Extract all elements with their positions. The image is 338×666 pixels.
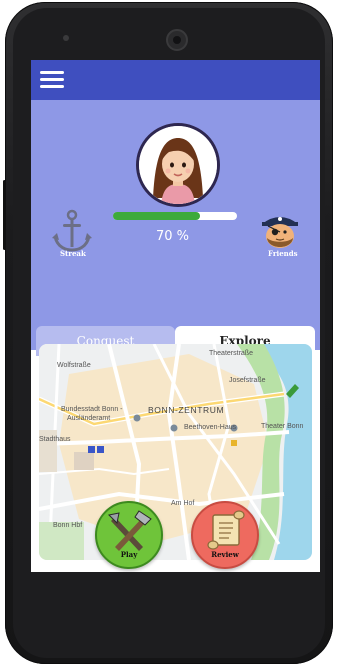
avatar[interactable] [136, 123, 220, 207]
map-label-bundesstadt: Bundesstadt Bonn - [61, 406, 123, 413]
map-label-am-hof: Am Hof [171, 500, 195, 507]
speaker-dot [63, 35, 69, 41]
side-button [3, 180, 6, 250]
avatar-girl-icon [139, 126, 217, 204]
menu-icon[interactable] [40, 71, 64, 89]
map-label-josefstrasse: Josefstraße [229, 377, 266, 384]
map-label-auslaenderamt: Ausländeramt [67, 415, 111, 422]
map-label-beethoven-haus: Beethoven-Haus [184, 424, 237, 431]
app-bar [31, 60, 320, 100]
friends-badge[interactable] [258, 210, 302, 250]
map-label-bonn-zentrum: BONN-ZENTRUM [148, 405, 225, 415]
map-label-theater-bonn: Theater Bonn [261, 423, 304, 430]
streak-badge[interactable] [49, 208, 99, 268]
map-label-bonn-hbf: Bonn Hbf [53, 522, 83, 529]
explore-map[interactable]: Wolfstraße Theaterstraße Josefstraße Bun… [39, 344, 312, 560]
review-button[interactable]: Review [191, 501, 259, 569]
friends-label: Friends [268, 249, 298, 258]
play-button[interactable]: Play [95, 501, 163, 569]
review-label: Review [211, 550, 239, 559]
profile-header: 70 % Streak Friends Conquest Explore [31, 100, 320, 356]
streak-label: Streak [60, 249, 86, 258]
pirate-icon [262, 217, 298, 248]
front-camera [166, 29, 188, 51]
map-label-stadthaus: Stadthaus [39, 436, 71, 443]
progress-label: 70 % [156, 229, 190, 244]
play-label: Play [120, 550, 138, 559]
map-label-wolfstrasse: Wolfstraße [57, 362, 91, 369]
map-label-theaterstrasse: Theaterstraße [209, 350, 253, 357]
app-screen: 70 % Streak Friends Conquest Explore Wol… [31, 60, 320, 572]
progress-fill [113, 212, 200, 220]
anchor-icon [52, 209, 92, 252]
progress-bar [113, 212, 237, 220]
